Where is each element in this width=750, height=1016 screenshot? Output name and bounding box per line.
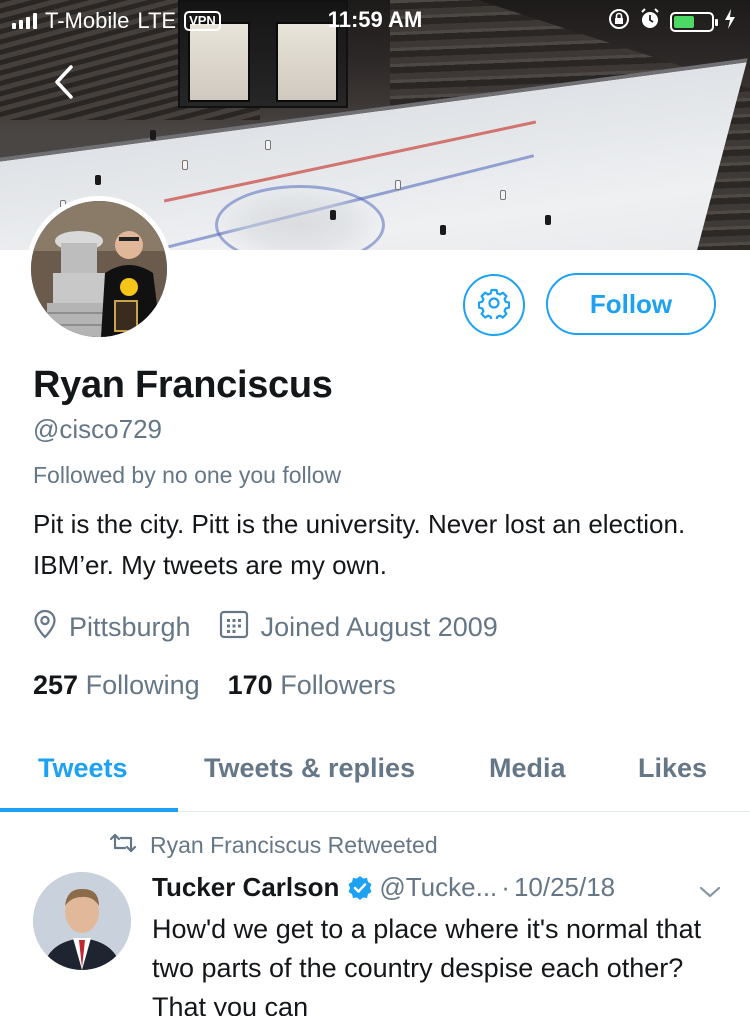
profile-stats: 257 Following 170 Followers [33, 670, 424, 701]
profile-handle: @cisco729 [33, 414, 163, 444]
following-label: Following [85, 670, 200, 700]
chevron-down-icon[interactable] [698, 876, 722, 907]
battery-level [674, 16, 694, 28]
banner-player [440, 225, 446, 235]
banner-player [330, 210, 336, 220]
tweet-separator: · [501, 872, 510, 902]
profile-name: Ryan Franciscus [33, 364, 333, 406]
tweet-author-photo [33, 872, 131, 970]
tweet-author-name[interactable]: Tucker Carlson [152, 872, 339, 903]
tweet-author-handle[interactable]: @Tucke... [379, 872, 497, 903]
tab-tweets-and-replies[interactable]: Tweets & replies [204, 753, 415, 784]
tab-media[interactable]: Media [489, 753, 566, 784]
retweet-icon [108, 832, 138, 859]
banner-player [265, 140, 271, 150]
status-right [608, 8, 736, 36]
verified-badge-icon [347, 875, 373, 901]
banner-player [95, 175, 101, 185]
follow-button[interactable]: Follow [546, 273, 716, 335]
avatar-photo [31, 201, 167, 337]
profile-tabs: Tweets Tweets & replies Media Likes [0, 738, 750, 812]
orientation-lock-icon [608, 8, 630, 36]
calendar-icon [219, 609, 249, 646]
profile-avatar[interactable] [26, 196, 172, 342]
profile-bio: Pit is the city. Pitt is the university.… [33, 509, 686, 580]
tweet-date[interactable]: 10/25/18 [514, 872, 615, 903]
settings-button[interactable] [463, 274, 525, 336]
profile-location: Pittsburgh [33, 609, 191, 646]
chevron-left-icon [53, 64, 75, 105]
tweet-author-avatar[interactable] [33, 872, 131, 970]
banner-player [182, 160, 188, 170]
battery-icon [670, 12, 718, 32]
alarm-icon [640, 8, 660, 36]
followers-label: Followers [280, 670, 396, 700]
tab-likes[interactable]: Likes [638, 753, 707, 784]
location-pin-icon [33, 609, 57, 646]
following-stat[interactable]: 257 Following [33, 670, 200, 701]
banner-player [150, 130, 156, 140]
profile-meta: Pittsburgh Joined August 2009 [33, 609, 526, 646]
banner-player [500, 190, 506, 200]
tweet-header: Tucker Carlson @Tucke... · 10/25/18 [152, 872, 722, 903]
banner-player [395, 180, 401, 190]
profile-joined: Joined August 2009 [219, 609, 498, 646]
location-text: Pittsburgh [69, 612, 191, 642]
followers-stat[interactable]: 170 Followers [228, 670, 396, 701]
following-count: 257 [33, 670, 79, 700]
retweet-note[interactable]: Ryan Franciscus Retweeted [108, 832, 438, 859]
tab-tweets[interactable]: Tweets [38, 753, 128, 784]
followed-by-note[interactable]: Followed by no one you follow [33, 462, 341, 489]
charging-icon [724, 9, 736, 35]
retweet-note-text: Ryan Franciscus Retweeted [150, 832, 438, 858]
joined-text: Joined August 2009 [260, 612, 498, 642]
back-button[interactable] [46, 62, 82, 106]
tweet-text[interactable]: How'd we get to a place where it's norma… [152, 910, 712, 1016]
status-bar: T-Mobile LTE VPN 11:59 AM [0, 0, 750, 40]
followers-count: 170 [227, 670, 273, 700]
banner-player [545, 215, 551, 225]
gear-icon [477, 287, 511, 324]
active-tab-indicator [0, 808, 178, 812]
